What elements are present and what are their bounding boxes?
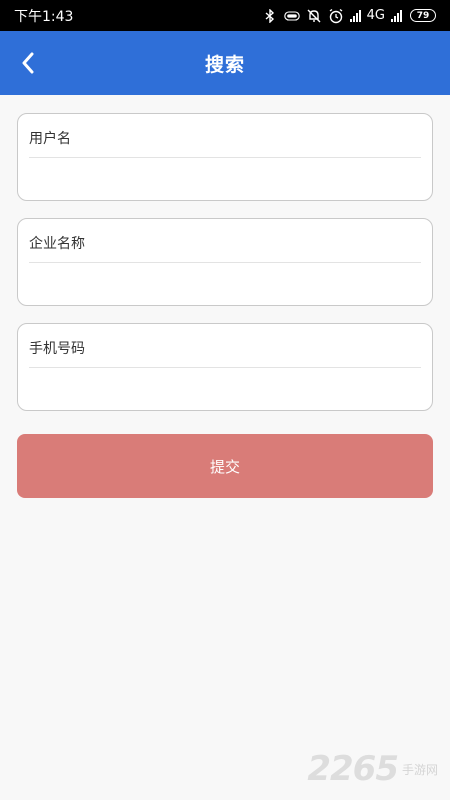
submit-button[interactable]: 提交 bbox=[17, 434, 433, 498]
username-input[interactable] bbox=[29, 160, 421, 198]
network-type: 4G bbox=[366, 8, 385, 23]
chevron-left-icon bbox=[22, 52, 34, 74]
watermark-logo: 2265 bbox=[307, 749, 399, 789]
divider bbox=[29, 262, 421, 263]
username-card: 用户名 bbox=[17, 113, 433, 201]
divider bbox=[29, 367, 421, 368]
phone-label: 手机号码 bbox=[29, 341, 85, 357]
back-button[interactable] bbox=[12, 47, 44, 79]
bluetooth-icon bbox=[262, 8, 278, 24]
company-name-label: 企业名称 bbox=[29, 236, 85, 252]
app-bar: 搜索 bbox=[0, 31, 450, 95]
signal-2-icon bbox=[391, 9, 402, 22]
battery-icon: 79 bbox=[410, 9, 436, 22]
status-time: 下午1:43 bbox=[14, 8, 74, 25]
signal-icon bbox=[349, 9, 361, 22]
phone-input[interactable] bbox=[29, 370, 421, 408]
username-label: 用户名 bbox=[29, 131, 71, 147]
page-title: 搜索 bbox=[204, 53, 245, 76]
status-bar: 下午1:43 4G 79 bbox=[0, 0, 450, 31]
phone-card: 手机号码 bbox=[17, 323, 433, 411]
watermark-text: 手游网 bbox=[401, 763, 438, 777]
company-name-input[interactable] bbox=[29, 265, 421, 303]
battery-level: 79 bbox=[416, 10, 430, 21]
status-icons: 4G 79 bbox=[262, 8, 436, 24]
watermark: 2265 手游网 bbox=[307, 752, 438, 786]
divider bbox=[29, 157, 421, 158]
mute-bell-icon bbox=[306, 8, 322, 24]
alarm-icon bbox=[328, 8, 344, 24]
company-name-card: 企业名称 bbox=[17, 218, 433, 306]
data-saver-icon bbox=[283, 8, 300, 24]
